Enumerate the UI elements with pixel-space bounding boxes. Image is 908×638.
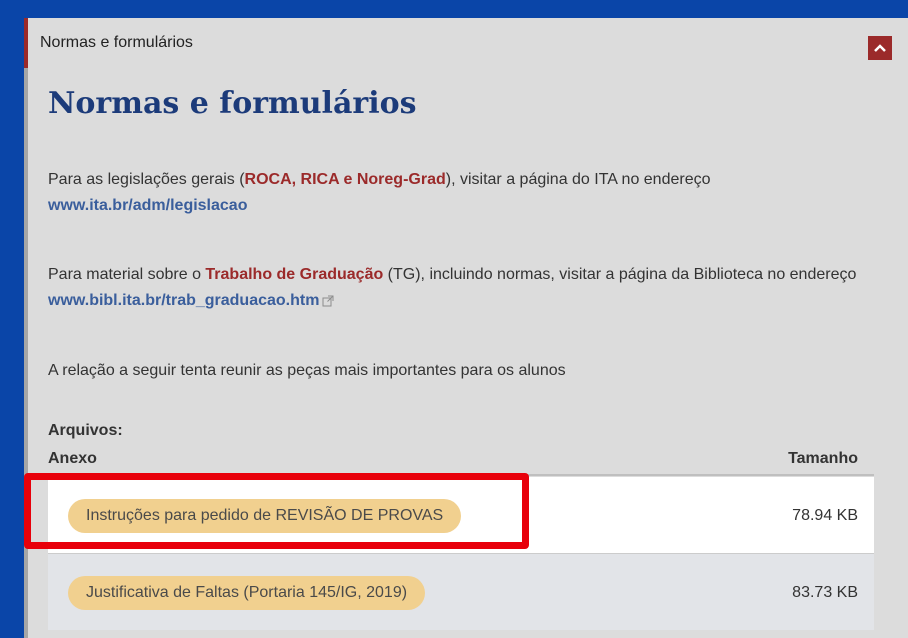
library-tg-link[interactable]: www.bibl.ita.br/trab_graduacao.htm [48, 292, 319, 309]
file-size: 83.73 KB [792, 584, 858, 601]
tg-paragraph: Para material sobre o Trabalho de Gradua… [48, 262, 868, 314]
page-title: Normas e formulários [48, 86, 417, 121]
column-header-size: Tamanho [788, 450, 858, 467]
highlight-annotation-box [24, 473, 529, 549]
files-label: Arquivos: [48, 422, 123, 439]
chevron-up-icon [874, 44, 886, 52]
legislation-paragraph: Para as legislações gerais (ROCA, RICA e… [48, 167, 868, 219]
file-link-justificativa-faltas[interactable]: Justificativa de Faltas (Portaria 145/IG… [68, 576, 426, 610]
panel-header-title: Normas e formulários [40, 34, 193, 51]
p2-text-after: (TG), incluindo normas, visitar a página… [383, 266, 857, 283]
column-header-annex: Anexo [48, 450, 97, 467]
intro-paragraph: A relação a seguir tenta reunir as peças… [48, 362, 566, 379]
p1-text-before: Para as legislações gerais ( [48, 171, 245, 188]
external-link-icon [322, 295, 334, 307]
panel-header[interactable]: Normas e formulários [24, 18, 908, 68]
ita-legislation-link[interactable]: www.ita.br/adm/legislacao [48, 197, 247, 214]
p1-text-after: ), visitar a página do ITA no endereço [445, 171, 711, 188]
table-row: Justificativa de Faltas (Portaria 145/IG… [48, 554, 874, 630]
file-size: 78.94 KB [792, 507, 858, 524]
p2-highlight: Trabalho de Graduação [205, 266, 384, 283]
collapse-button[interactable] [868, 36, 892, 60]
p2-text-before: Para material sobre o [48, 266, 206, 283]
p1-highlight: ROCA, RICA e Noreg-Grad [244, 171, 446, 188]
